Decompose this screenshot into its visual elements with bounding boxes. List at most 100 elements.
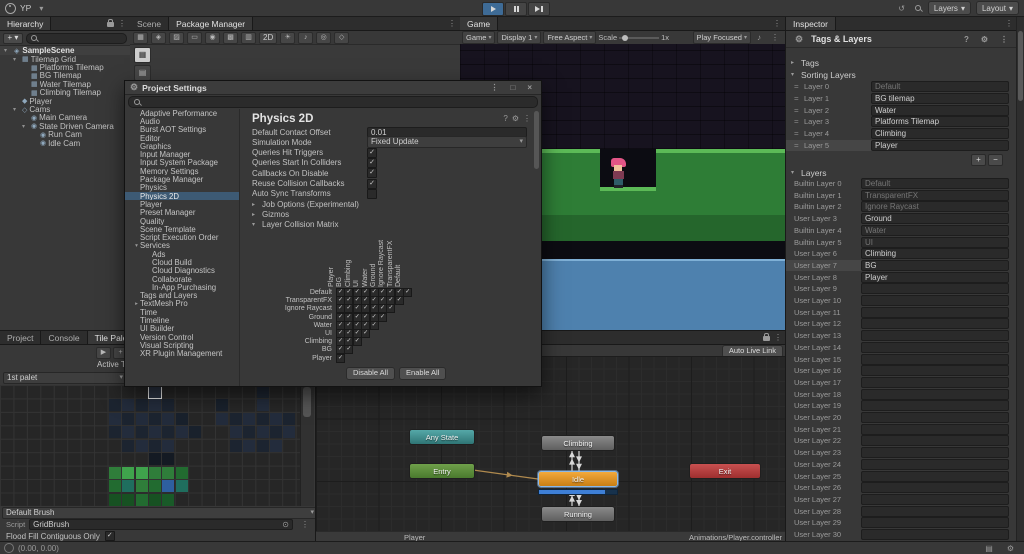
state-any-state[interactable]: Any State bbox=[409, 429, 475, 445]
settings-nav-item[interactable]: Graphics bbox=[125, 142, 239, 150]
state-idle[interactable]: Idle bbox=[538, 471, 618, 487]
tile[interactable] bbox=[283, 412, 296, 425]
layer-row-value-field[interactable]: Ground bbox=[861, 213, 1009, 225]
kebab-icon[interactable]: ⋮ bbox=[444, 17, 460, 30]
layer-row-value-field[interactable] bbox=[861, 400, 1009, 412]
settings-scrollbar-thumb[interactable] bbox=[534, 111, 539, 169]
tile[interactable] bbox=[148, 412, 161, 425]
settings-nav-item[interactable]: Audio bbox=[125, 117, 239, 125]
drag-handle-icon[interactable]: = bbox=[794, 94, 801, 103]
settings-nav-item[interactable]: Collaborate bbox=[125, 275, 239, 283]
search-icon[interactable] bbox=[914, 4, 923, 13]
tile[interactable] bbox=[243, 426, 256, 439]
scene-header-row[interactable]: ▾ ◈ SampleScene bbox=[0, 46, 130, 55]
tile[interactable] bbox=[162, 453, 175, 466]
maximize-icon[interactable]: □ bbox=[506, 83, 519, 92]
tile-palette-grid[interactable] bbox=[0, 385, 300, 506]
layer-row-value-field[interactable] bbox=[861, 330, 1009, 342]
help-icon[interactable]: ? bbox=[503, 114, 507, 123]
matrix-checkbox[interactable]: ✓ bbox=[394, 296, 404, 306]
tile[interactable] bbox=[216, 412, 229, 425]
settings-nav-item[interactable]: ▸ TextMesh Pro bbox=[125, 300, 239, 308]
tab-game[interactable]: Game bbox=[460, 17, 499, 30]
tile[interactable] bbox=[148, 466, 161, 479]
layer-row-value-field[interactable] bbox=[861, 353, 1009, 365]
settings-nav-item[interactable]: Cloud Diagnostics bbox=[125, 267, 239, 275]
kebab-icon[interactable]: ⋮ bbox=[114, 17, 130, 30]
presets-icon[interactable]: ⚙ bbox=[512, 114, 519, 123]
tile[interactable] bbox=[148, 453, 161, 466]
brush-icon[interactable]: ▨ bbox=[169, 31, 184, 44]
tile[interactable] bbox=[108, 412, 121, 425]
tags-foldout[interactable]: ▸ Tags bbox=[786, 57, 1017, 68]
foldout-icon[interactable]: ▾ bbox=[22, 123, 29, 130]
play-button[interactable] bbox=[482, 2, 504, 16]
tile[interactable] bbox=[270, 412, 282, 425]
tile[interactable] bbox=[243, 439, 256, 452]
hierarchy-item[interactable]: ◉ Idle Cam bbox=[0, 139, 130, 148]
layer-row-value-field[interactable] bbox=[861, 295, 1009, 306]
tile[interactable] bbox=[175, 466, 188, 479]
matrix-checkbox[interactable]: ✓ bbox=[352, 337, 362, 347]
settings-nav-item[interactable]: XR Plugin Management bbox=[125, 350, 239, 358]
lock-icon[interactable] bbox=[107, 19, 114, 27]
layer-row-value-field[interactable] bbox=[861, 529, 1009, 540]
play-tool-icon[interactable]: ▶ bbox=[96, 347, 111, 359]
tile[interactable] bbox=[135, 399, 148, 412]
tile[interactable] bbox=[122, 493, 135, 506]
tile[interactable] bbox=[256, 386, 269, 398]
layer-row-value-field[interactable] bbox=[861, 505, 1009, 517]
display-dropdown[interactable]: Display 1 ▾ bbox=[497, 31, 542, 44]
layer-row-value-field[interactable] bbox=[861, 388, 1009, 400]
create-button[interactable]: + ▾ bbox=[3, 32, 23, 44]
layer-row-value-field[interactable] bbox=[861, 376, 1009, 388]
tab-hierarchy[interactable]: Hierarchy bbox=[0, 17, 52, 30]
palette-scrollbar[interactable] bbox=[300, 385, 314, 506]
tile[interactable] bbox=[175, 426, 188, 439]
tile[interactable] bbox=[122, 466, 135, 479]
matrix-checkbox[interactable]: ✓ bbox=[361, 329, 371, 338]
tile[interactable] bbox=[135, 466, 148, 479]
settings-nav-item[interactable]: UI Builder bbox=[125, 325, 239, 333]
chevron-icon[interactable]: ▸ bbox=[252, 201, 259, 208]
sorting-layer-row-value-field[interactable]: Water bbox=[871, 104, 1009, 116]
setting-checkbox[interactable] bbox=[367, 188, 377, 199]
drag-handle-icon[interactable]: = bbox=[794, 82, 801, 91]
scale-slider[interactable] bbox=[619, 34, 660, 41]
settings-nav-item[interactable]: Memory Settings bbox=[125, 167, 239, 175]
matrix-checkbox[interactable]: ✓ bbox=[386, 304, 396, 314]
setting-checkbox[interactable]: ✓ bbox=[367, 147, 377, 158]
remove-layer-button[interactable]: − bbox=[988, 154, 1003, 166]
matrix-checkbox[interactable]: ✓ bbox=[344, 345, 354, 355]
setting-foldout-label[interactable]: Layer Collision Matrix bbox=[262, 220, 338, 229]
tile[interactable] bbox=[162, 466, 175, 479]
disable-all-button[interactable]: Disable All bbox=[346, 367, 396, 380]
settings-scrollbar[interactable] bbox=[534, 109, 540, 385]
palette-scrollbar-thumb[interactable] bbox=[303, 387, 311, 417]
kebab-icon[interactable]: ⋮ bbox=[1001, 17, 1017, 30]
add-layer-button[interactable]: + bbox=[971, 154, 986, 166]
fill-icon[interactable]: ▥ bbox=[241, 31, 256, 44]
layer-row-value-field[interactable]: Player bbox=[861, 271, 1009, 283]
enable-all-button[interactable]: Enable All bbox=[399, 367, 447, 380]
foldout-icon[interactable]: ▸ bbox=[133, 301, 140, 307]
settings-nav-item[interactable]: In-App Purchasing bbox=[125, 283, 239, 291]
pause-button[interactable] bbox=[505, 2, 527, 16]
kebab-icon[interactable]: ⋮ bbox=[769, 17, 785, 30]
hierarchy-item[interactable]: ▦ Climbing Tilemap bbox=[0, 88, 130, 97]
tile[interactable] bbox=[162, 439, 175, 452]
settings-nav-item[interactable]: Quality bbox=[125, 217, 239, 225]
tile[interactable] bbox=[135, 493, 148, 506]
tile[interactable] bbox=[148, 493, 161, 506]
layer-row-value-field[interactable] bbox=[861, 341, 1009, 353]
flood-fill-checkbox[interactable]: ✓ bbox=[104, 531, 115, 541]
tile[interactable] bbox=[189, 426, 202, 439]
settings-nav-item[interactable]: Package Manager bbox=[125, 175, 239, 183]
tile[interactable] bbox=[122, 480, 135, 493]
mute-audio-icon[interactable]: ♪ bbox=[753, 33, 765, 42]
tile[interactable] bbox=[243, 412, 256, 425]
tile[interactable] bbox=[108, 399, 121, 412]
brush-dropdown[interactable]: Default Brush ▾ bbox=[2, 507, 315, 519]
foldout-icon[interactable]: ▾ bbox=[4, 47, 11, 54]
tile[interactable] bbox=[229, 426, 242, 439]
